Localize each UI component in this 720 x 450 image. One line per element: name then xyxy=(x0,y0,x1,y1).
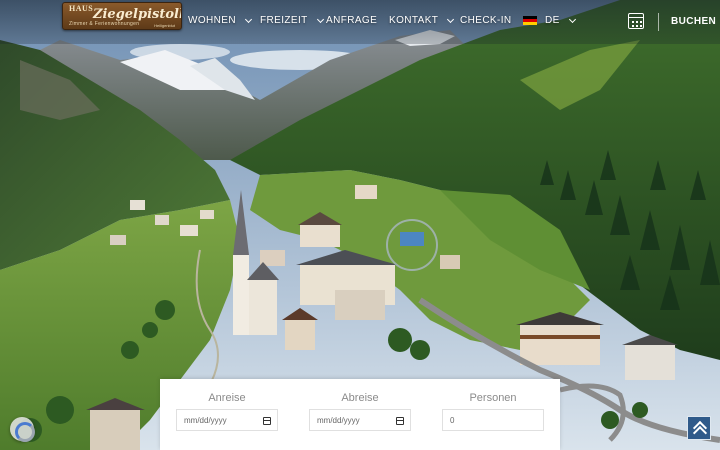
chevron-down-icon xyxy=(316,15,324,23)
site-logo[interactable]: HAUS Ziegelpistoll Zimmer & Ferienwohnun… xyxy=(62,2,182,30)
departure-placeholder: mm/dd/yyyy xyxy=(317,416,360,425)
arrival-field: Anreise mm/dd/yyyy xyxy=(175,379,279,431)
nav-item-wohnen[interactable]: WOHNEN xyxy=(188,15,252,26)
arrow-up-icon[interactable] xyxy=(687,416,711,440)
chevron-down-icon xyxy=(447,15,455,23)
nav-label: CHECK-IN xyxy=(460,15,512,26)
persons-label: Personen xyxy=(469,392,517,404)
logo-text-name: Ziegelpistoll xyxy=(93,7,182,22)
persons-input[interactable]: 0 xyxy=(442,409,544,431)
logo-text-location: Heiligenblut xyxy=(154,23,175,28)
recaptcha-icon[interactable] xyxy=(10,417,35,442)
persons-field: Personen 0 xyxy=(441,379,545,431)
header-divider xyxy=(658,13,659,31)
germany-flag-icon xyxy=(523,16,537,25)
arrival-placeholder: mm/dd/yyyy xyxy=(184,416,227,425)
calendar-icon[interactable] xyxy=(396,417,404,425)
persons-value: 0 xyxy=(450,416,455,425)
book-button[interactable]: BUCHEN xyxy=(671,16,716,27)
chevron-down-icon xyxy=(568,15,576,23)
arrival-label: Anreise xyxy=(208,392,246,404)
nav-label: KONTAKT xyxy=(389,15,439,26)
language-label: DE xyxy=(545,15,560,26)
language-selector[interactable]: DE xyxy=(523,15,576,26)
chevron-down-icon xyxy=(244,15,252,23)
calendar-icon[interactable] xyxy=(628,13,644,29)
departure-label: Abreise xyxy=(341,392,379,404)
arrival-date-input[interactable]: mm/dd/yyyy xyxy=(176,409,278,431)
nav-label: WOHNEN xyxy=(188,15,236,26)
calendar-icon[interactable] xyxy=(263,417,271,425)
nav-item-kontakt[interactable]: KONTAKT xyxy=(389,15,455,26)
logo-text-haus: HAUS xyxy=(69,4,94,13)
logo-text-subtitle: Zimmer & Ferienwohnungen xyxy=(69,21,140,27)
departure-field: Abreise mm/dd/yyyy xyxy=(308,379,412,431)
departure-date-input[interactable]: mm/dd/yyyy xyxy=(309,409,411,431)
booking-form: Anreise mm/dd/yyyy Abreise mm/dd/yyyy Pe… xyxy=(160,379,560,450)
nav-item-freizeit[interactable]: FREIZEIT xyxy=(260,15,324,26)
nav-label: ANFRAGE xyxy=(326,15,378,26)
nav-item-anfrage[interactable]: ANFRAGE xyxy=(326,15,377,26)
nav-item-check-in[interactable]: CHECK-IN xyxy=(460,15,512,26)
nav-label: FREIZEIT xyxy=(260,15,308,26)
